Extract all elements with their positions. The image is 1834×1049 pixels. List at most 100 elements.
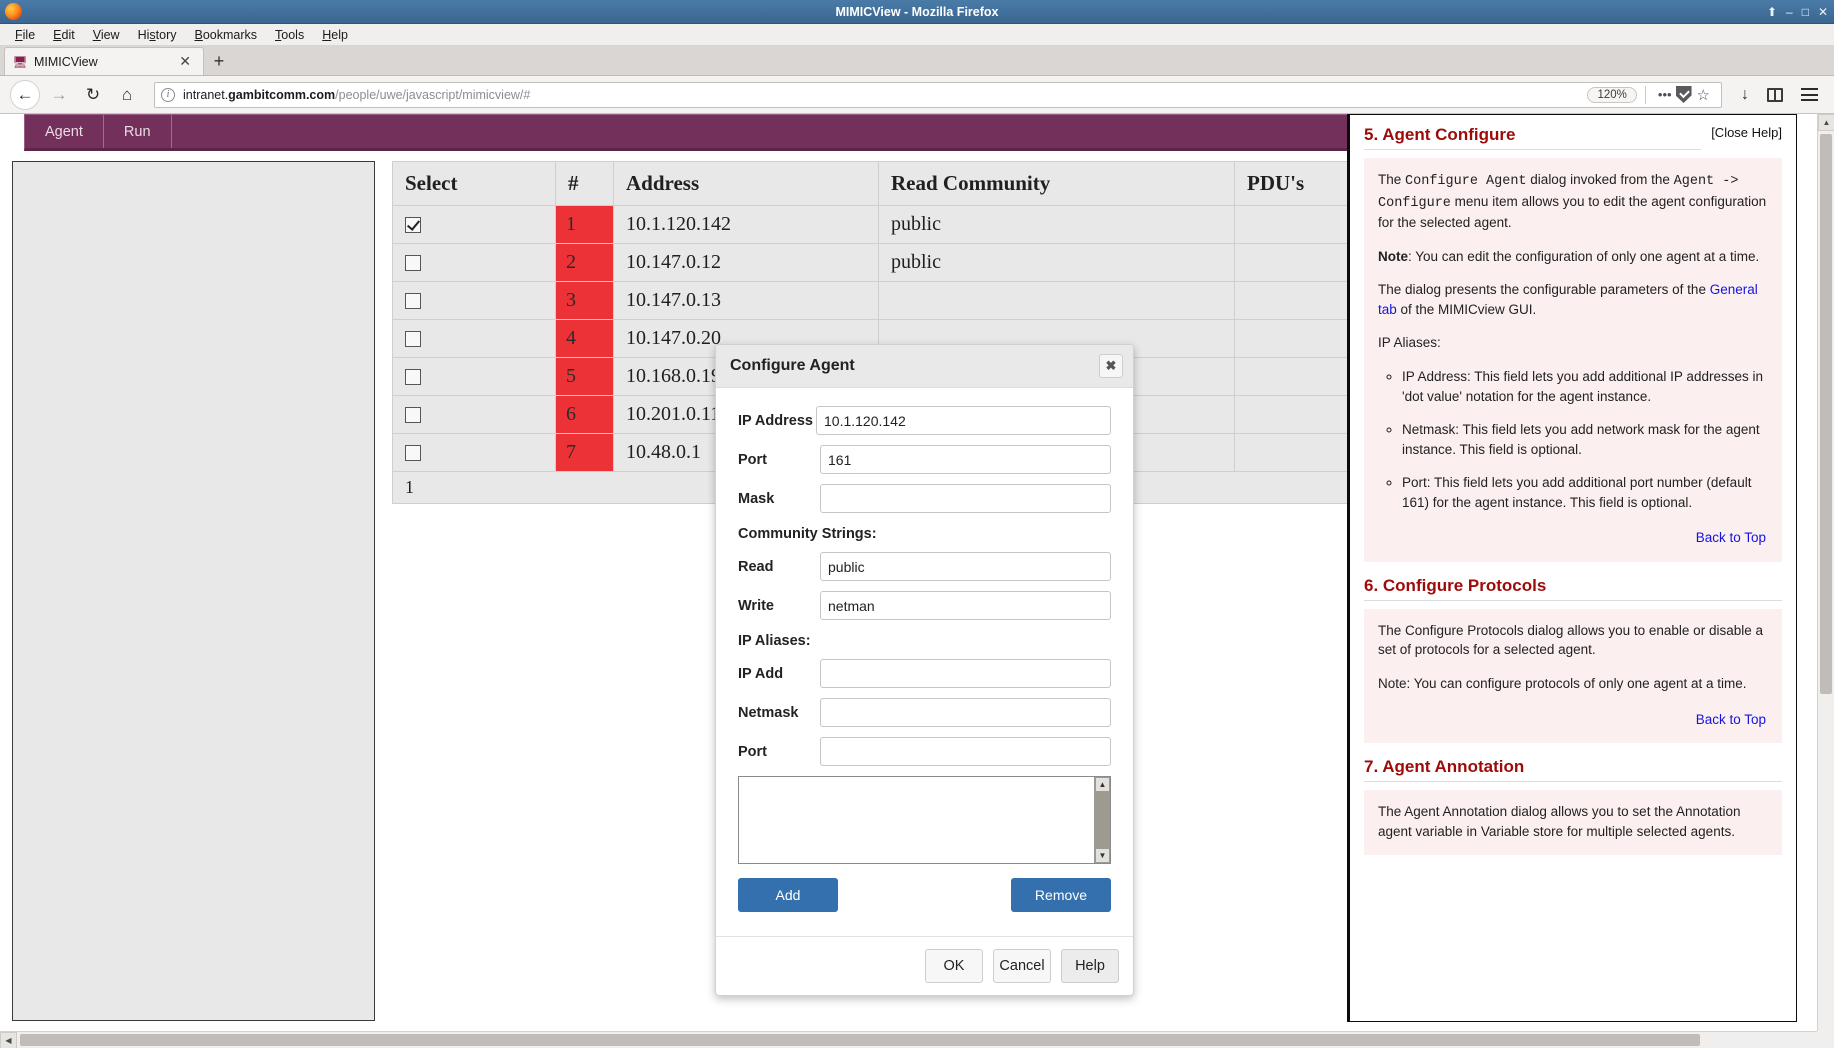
bookmark-star-icon[interactable]: ☆ bbox=[1692, 86, 1715, 104]
app-menu-button[interactable] bbox=[1794, 80, 1824, 110]
row-select-checkbox[interactable] bbox=[405, 445, 421, 462]
row-select-checkbox[interactable] bbox=[405, 255, 421, 272]
cell-select bbox=[392, 357, 556, 396]
scroll-left-icon[interactable]: ◀ bbox=[0, 1031, 17, 1048]
row-select-checkbox[interactable] bbox=[405, 407, 421, 424]
cell-row-number: 4 bbox=[555, 319, 614, 358]
netmask-input[interactable] bbox=[820, 698, 1111, 727]
menu-bookmarks[interactable]: Bookmarks bbox=[186, 26, 267, 44]
dialog-close-icon[interactable]: ✖ bbox=[1099, 354, 1123, 378]
listbox-scrollbar[interactable]: ▲ ▼ bbox=[1094, 777, 1110, 863]
mask-input[interactable] bbox=[820, 484, 1111, 513]
alias-action-buttons: Add Remove bbox=[738, 878, 1111, 912]
table-row[interactable]: 3 10.147.0.13 bbox=[392, 281, 1361, 320]
col-header-read-community[interactable]: Read Community bbox=[878, 161, 1235, 206]
port-input[interactable] bbox=[820, 445, 1111, 474]
cell-pdus bbox=[1234, 319, 1361, 358]
reload-button[interactable]: ↻ bbox=[78, 80, 108, 110]
row-select-checkbox[interactable] bbox=[405, 293, 421, 310]
back-to-top-link[interactable]: Back to Top bbox=[1378, 708, 1768, 734]
page-horizontal-scrollbar[interactable]: ◀ bbox=[0, 1031, 1817, 1048]
field-row-port: Port bbox=[738, 445, 1111, 474]
page-vertical-scrollbar[interactable]: ▲ bbox=[1817, 114, 1834, 1031]
help-section-body: The Configure Agent dialog invoked from … bbox=[1364, 158, 1782, 562]
tab-mimicview[interactable]: 🖥 MIMICView ✕ bbox=[4, 47, 204, 75]
menu-file[interactable]: File bbox=[6, 26, 44, 44]
page-actions-icon[interactable]: ••• bbox=[1654, 87, 1676, 102]
add-alias-button[interactable]: Add bbox=[738, 878, 838, 912]
minimize-button[interactable]: – bbox=[1786, 6, 1793, 18]
help-text: IP Aliases: bbox=[1378, 335, 1441, 351]
library-icon[interactable] bbox=[1760, 80, 1790, 110]
close-window-button[interactable]: ✕ bbox=[1818, 6, 1828, 18]
table-row[interactable]: 1 10.1.120.142 public bbox=[392, 205, 1361, 244]
ip-aliases-listbox[interactable]: ▲ ▼ bbox=[738, 776, 1111, 864]
help-text: : You can edit the configuration of only… bbox=[1408, 248, 1760, 264]
scrollbar-corner bbox=[1817, 1031, 1834, 1048]
left-detail-panel bbox=[12, 161, 375, 1021]
col-header-pdus[interactable]: PDU's bbox=[1234, 161, 1361, 206]
new-tab-button[interactable]: + bbox=[204, 47, 234, 75]
col-header-number[interactable]: # bbox=[555, 161, 614, 206]
url-host: intranet.gambitcomm.com bbox=[183, 87, 336, 102]
field-row-mask: Mask bbox=[738, 484, 1111, 513]
help-panel: 5. Agent Configure [Close Help] The Config… bbox=[1347, 114, 1797, 1022]
ip-add-input[interactable] bbox=[820, 659, 1111, 688]
close-help-link[interactable]: [Close Help] bbox=[1711, 125, 1782, 140]
cell-select bbox=[392, 433, 556, 472]
field-row-ip-address: IP Address bbox=[738, 406, 1111, 435]
table-row[interactable]: 2 10.147.0.12 public bbox=[392, 243, 1361, 282]
menu-edit[interactable]: Edit bbox=[44, 26, 84, 44]
field-row-ip-add: IP Add bbox=[738, 659, 1111, 688]
home-button[interactable]: ⌂ bbox=[112, 80, 142, 110]
menu-tools[interactable]: Tools bbox=[266, 26, 313, 44]
zoom-level-badge[interactable]: 120% bbox=[1587, 86, 1637, 103]
help-text: dialog invoked from the bbox=[1526, 172, 1674, 187]
cell-address: 10.147.0.12 bbox=[613, 243, 879, 282]
help-paragraph: The Configure Agent dialog invoked from … bbox=[1378, 170, 1768, 233]
row-select-checkbox[interactable] bbox=[405, 217, 421, 234]
write-community-input[interactable] bbox=[820, 591, 1111, 620]
app-menu-agent[interactable]: Agent bbox=[25, 115, 104, 148]
menu-help[interactable]: Help bbox=[313, 26, 357, 44]
scroll-down-icon[interactable]: ▼ bbox=[1095, 848, 1110, 863]
address-bar[interactable]: i intranet.gambitcomm.com /people/uwe/ja… bbox=[154, 81, 1722, 108]
ok-button[interactable]: OK bbox=[925, 949, 983, 983]
cell-read-community: public bbox=[878, 205, 1235, 244]
field-row-write: Write bbox=[738, 591, 1111, 620]
alias-port-input[interactable] bbox=[820, 737, 1111, 766]
help-section: 6. Configure Protocols The Configure Prot… bbox=[1364, 576, 1782, 744]
downloads-icon[interactable]: ↓ bbox=[1734, 86, 1756, 104]
help-content: 5. Agent Configure [Close Help] The Config… bbox=[1350, 115, 1796, 856]
window-titlebar: MIMICView - Mozilla Firefox ⬆ – □ ✕ bbox=[0, 0, 1834, 24]
back-button[interactable]: ← bbox=[10, 79, 40, 110]
cell-select bbox=[392, 243, 556, 282]
col-header-address[interactable]: Address bbox=[613, 161, 879, 206]
tab-close-icon[interactable]: ✕ bbox=[175, 53, 195, 70]
remove-alias-button[interactable]: Remove bbox=[1011, 878, 1111, 912]
scroll-up-icon[interactable]: ▲ bbox=[1818, 114, 1834, 131]
menu-view[interactable]: View bbox=[84, 26, 129, 44]
menu-history[interactable]: History bbox=[129, 26, 186, 44]
back-to-top-link[interactable]: Back to Top bbox=[1378, 526, 1768, 552]
help-button[interactable]: Help bbox=[1061, 949, 1119, 983]
pin-window-button[interactable]: ⬆ bbox=[1767, 6, 1777, 18]
vertical-scrollbar-thumb[interactable] bbox=[1820, 134, 1832, 694]
cancel-button[interactable]: Cancel bbox=[993, 949, 1051, 983]
col-header-select[interactable]: Select bbox=[392, 161, 556, 206]
row-select-checkbox[interactable] bbox=[405, 331, 421, 348]
ip-address-input[interactable] bbox=[816, 406, 1111, 435]
app-menu-run[interactable]: Run bbox=[104, 115, 172, 148]
site-info-icon[interactable]: i bbox=[161, 87, 175, 102]
help-text: The Agent Annotation dialog allows you t… bbox=[1378, 804, 1741, 839]
help-section-header: 5. Agent Configure [Close Help] bbox=[1364, 125, 1782, 150]
horizontal-scrollbar-thumb[interactable] bbox=[20, 1034, 1700, 1046]
scrollbar-thumb[interactable] bbox=[1095, 792, 1110, 848]
pocket-icon[interactable] bbox=[1675, 86, 1692, 103]
maximize-button[interactable]: □ bbox=[1802, 6, 1809, 18]
read-community-input[interactable] bbox=[820, 552, 1111, 581]
forward-button[interactable]: → bbox=[44, 80, 74, 110]
help-paragraph: The Agent Annotation dialog allows you t… bbox=[1378, 802, 1768, 841]
row-select-checkbox[interactable] bbox=[405, 369, 421, 386]
scroll-up-icon[interactable]: ▲ bbox=[1095, 777, 1110, 792]
